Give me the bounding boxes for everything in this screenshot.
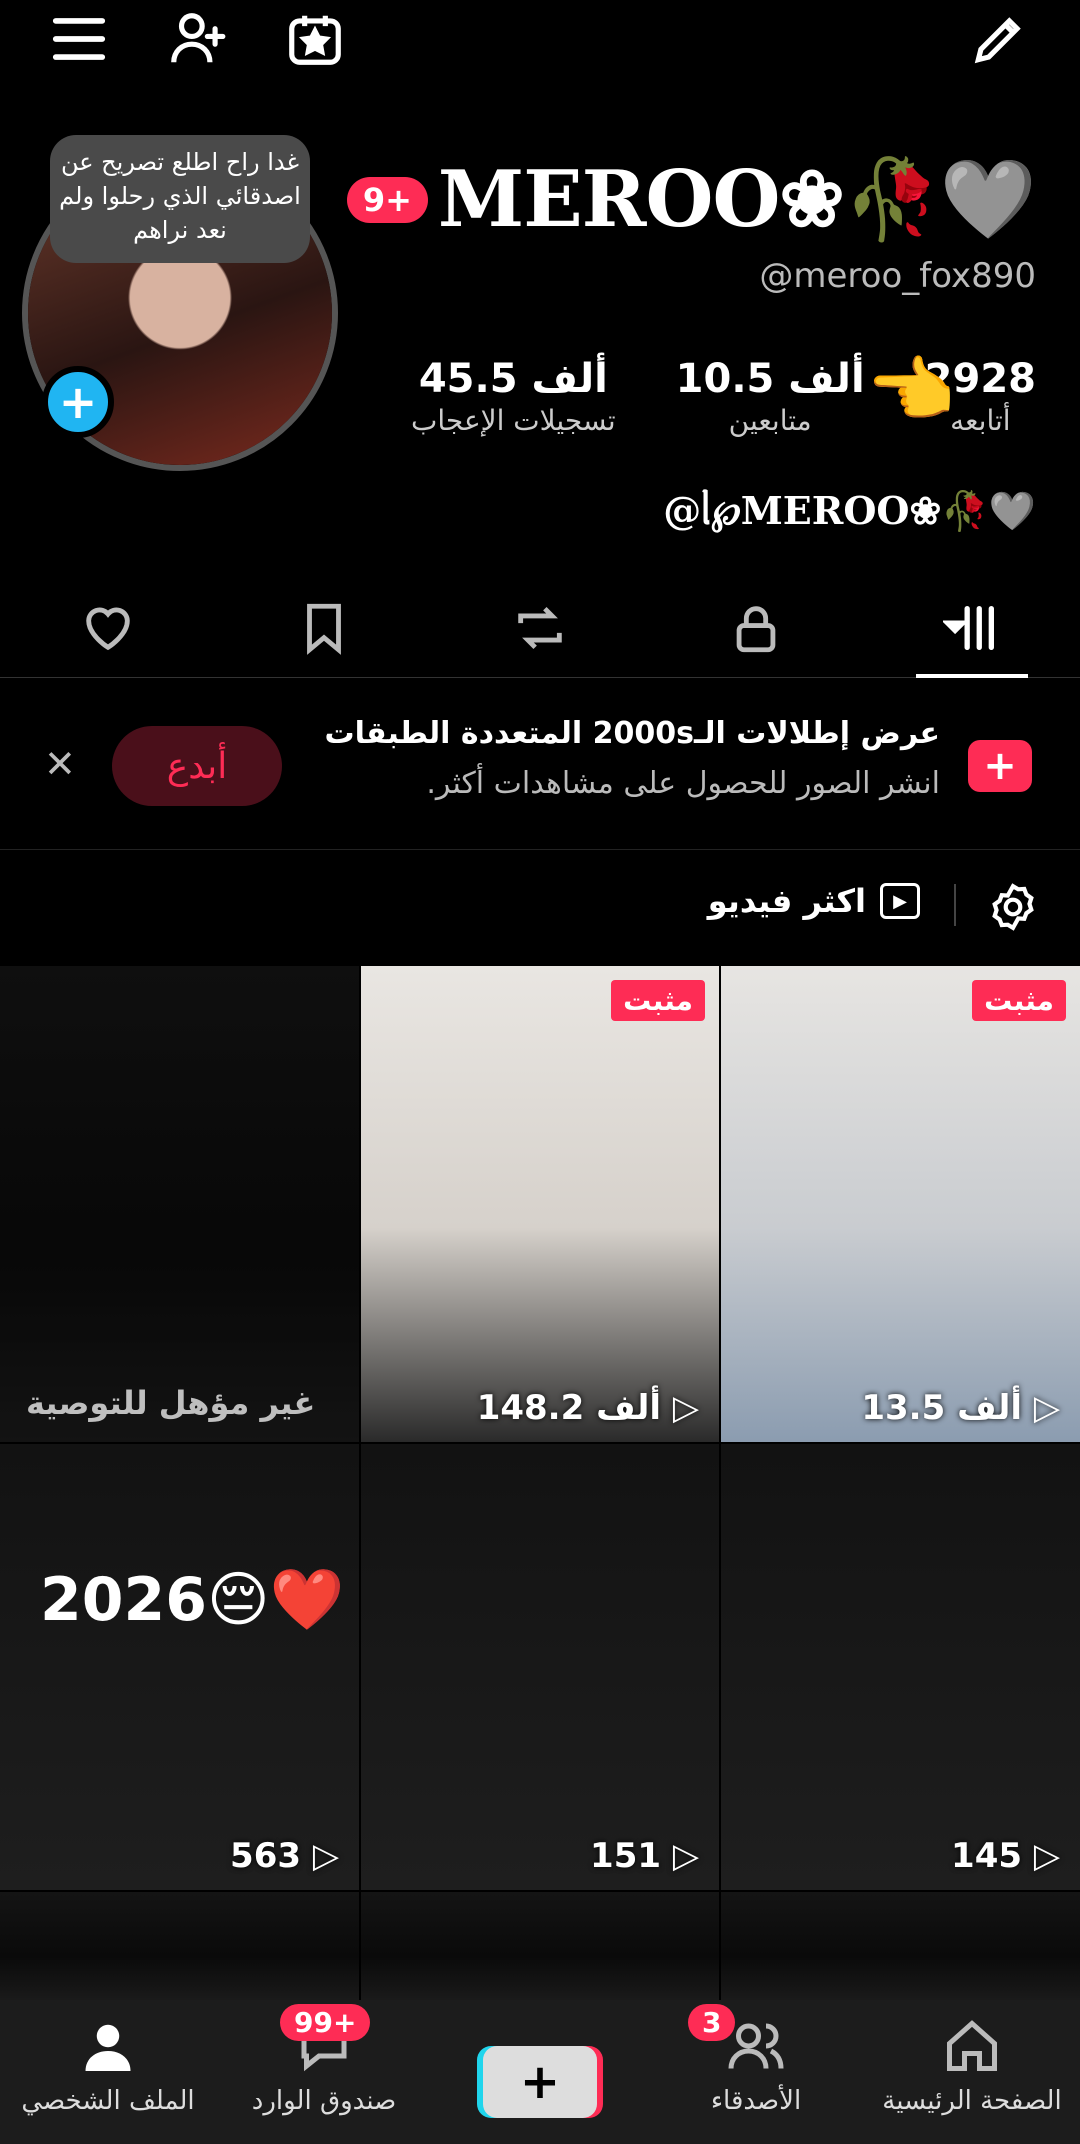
video-tile[interactable]: غير مؤهل للتوصية <box>0 966 359 1442</box>
video-tile[interactable]: 145 ▷ <box>721 1444 1080 1890</box>
video-grid: مثبت 13.5 ألف ▷ مثبت 148.2 ألف ▷ غير مؤه… <box>0 966 1080 2000</box>
friends-badge: 3 <box>688 2004 736 2041</box>
filter-separator <box>954 884 956 926</box>
bookmark-icon <box>307 603 341 655</box>
promo-banner: + عرض إطلالات الـ2000s المتعددة الطبقات … <box>0 700 1080 850</box>
tab-liked[interactable] <box>0 578 216 677</box>
calendar-star-icon[interactable] <box>284 8 346 70</box>
menu-icon[interactable] <box>48 8 110 70</box>
pointing-hand-icon: 👈 <box>866 348 956 432</box>
friends-icon <box>728 2023 784 2069</box>
tab-active-underline <box>916 674 1028 678</box>
profile-icon <box>85 2024 131 2071</box>
name-row: MEROO❀🥀🩶 9+ <box>346 150 1037 250</box>
sort-most-videos[interactable]: اكثر فيديو ▶ <box>708 882 920 920</box>
play-icon: ▶ <box>880 883 920 919</box>
stat-likes-label: تسجيلات الإعجاب <box>410 404 616 437</box>
tab-reposts[interactable] <box>432 578 648 677</box>
year-overlay: 2026😔❤️ <box>40 1565 345 1635</box>
video-tile[interactable] <box>721 1892 1080 2000</box>
nav-inbox-label: صندوق الوارد <box>251 2086 397 2116</box>
edit-pencil-icon[interactable] <box>968 8 1030 70</box>
profile-tabs <box>0 578 1080 678</box>
grid-videos-icon <box>943 605 994 650</box>
top-bar <box>0 0 1080 80</box>
display-name: MEROO❀🥀🩶 <box>437 154 1037 245</box>
repost-icon <box>518 606 562 649</box>
settings-gear-icon[interactable] <box>988 882 1038 932</box>
video-tile[interactable]: مثبت 148.2 ألف ▷ <box>361 966 719 1442</box>
view-count-value: 148.2 ألف <box>476 1388 662 1428</box>
add-story-button[interactable]: + <box>42 366 114 438</box>
stat-likes[interactable]: 45.5 ألف تسجيلات الإعجاب <box>411 356 616 437</box>
nav-home[interactable]: الصفحة الرئيسية <box>864 2000 1080 2144</box>
view-count: 13.5 ألف ▷ <box>861 1388 1060 1428</box>
create-plus-button[interactable]: + <box>483 2046 597 2118</box>
stat-followers-label: متابعين <box>728 404 812 437</box>
tab-saved[interactable] <box>216 578 432 677</box>
view-count-value: 145 <box>951 1836 1023 1876</box>
nav-profile[interactable]: الملف الشخصي <box>0 2000 216 2144</box>
video-tile[interactable]: مثبت 13.5 ألف ▷ <box>721 966 1080 1442</box>
sort-label: اكثر فيديو <box>707 882 866 920</box>
not-eligible-label: غير مؤهل للتوصية <box>26 1384 316 1422</box>
video-tile[interactable]: 151 ▷ <box>361 1444 719 1890</box>
bio-text[interactable]: @ᥣ℘MEROO❀🥀🩶 <box>663 488 1036 534</box>
nav-friends[interactable]: 3 الأصدقاء <box>648 2000 864 2144</box>
filter-row: اكثر فيديو ▶ <box>0 870 1080 940</box>
note-bubble[interactable]: غدا راح اطلع تصريح عن اصدقائي الذي رحلوا… <box>50 135 310 263</box>
view-count: 563 ▷ <box>230 1836 339 1876</box>
nav-inbox[interactable]: 99+ صندوق الوارد <box>216 2000 432 2144</box>
inbox-badge: 99+ <box>280 2004 371 2041</box>
view-count: 145 ▷ <box>951 1836 1060 1876</box>
nav-friends-label: الأصدقاء <box>710 2086 802 2116</box>
view-count: 148.2 ألف ▷ <box>476 1388 699 1428</box>
tab-private[interactable] <box>648 578 864 677</box>
promo-plus-icon: + <box>968 740 1032 792</box>
video-tile[interactable] <box>361 1892 719 2000</box>
stat-followers[interactable]: 10.5 ألف متابعين <box>676 356 865 437</box>
view-count-value: 151 <box>590 1836 662 1876</box>
video-tile[interactable]: 2026😔❤️ 563 ▷ <box>0 1444 359 1890</box>
create-button[interactable]: أبدع <box>112 726 282 806</box>
nav-create[interactable]: + <box>432 2000 648 2144</box>
nav-profile-label: الملف الشخصي <box>21 2086 195 2116</box>
view-count: 151 ▷ <box>590 1836 699 1876</box>
home-icon <box>947 2020 997 2071</box>
view-count-value: 13.5 ألف <box>861 1388 1023 1428</box>
video-tile[interactable] <box>0 1892 359 2000</box>
notification-badge[interactable]: 9+ <box>346 177 428 223</box>
lock-icon <box>736 605 776 652</box>
add-friend-icon[interactable] <box>166 8 228 70</box>
tab-videos[interactable] <box>864 578 1080 678</box>
username: @meroo_fox890 <box>759 256 1036 296</box>
pinned-badge: مثبت <box>972 980 1066 1021</box>
promo-title: عرض إطلالات الـ2000s المتعددة الطبقات <box>324 716 940 751</box>
stat-followers-value: 10.5 ألف <box>675 356 865 402</box>
bottom-nav: الملف الشخصي 99+ صندوق الوارد + 3 الأصدق… <box>0 2000 1080 2144</box>
view-count-value: 563 <box>230 1836 302 1876</box>
stat-likes-value: 45.5 ألف <box>418 356 608 402</box>
heart-icon <box>86 607 130 650</box>
pinned-badge: مثبت <box>611 980 705 1021</box>
promo-subtitle: انشر الصور للحصول على مشاهدات أكثر. <box>426 766 940 801</box>
nav-home-label: الصفحة الرئيسية <box>882 2086 1062 2116</box>
close-icon[interactable]: ✕ <box>44 742 76 786</box>
